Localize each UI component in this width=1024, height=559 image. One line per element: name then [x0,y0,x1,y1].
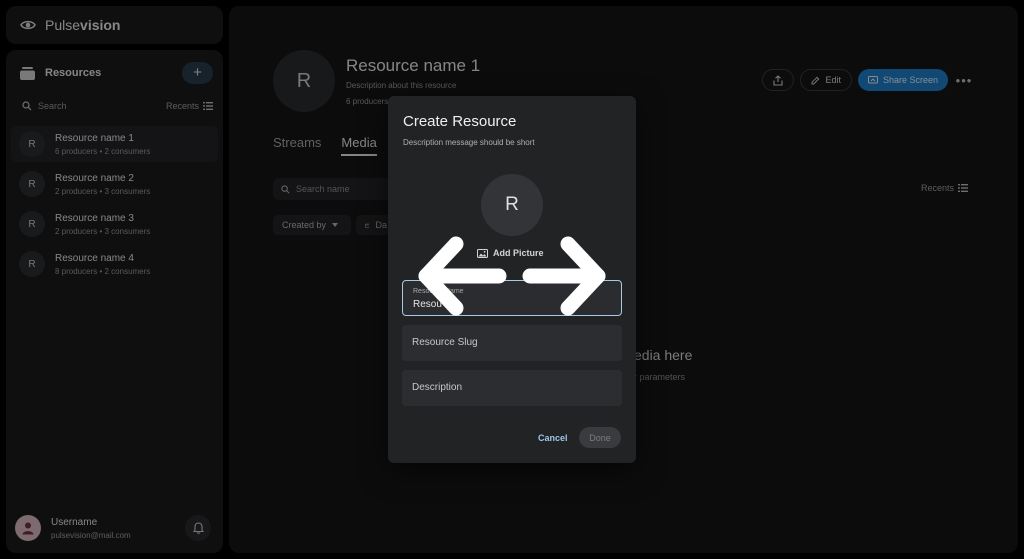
dialog-avatar: R [481,174,543,236]
resize-arrows-icon [418,236,606,316]
dialog-title: Create Resource [403,113,517,130]
dialog-description: Description message should be short [403,138,535,147]
description-field[interactable]: Description [402,370,622,406]
description-placeholder: Description [412,382,463,393]
resource-slug-field[interactable]: Resource Slug [402,325,622,361]
done-button[interactable]: Done [579,427,621,448]
resource-slug-placeholder: Resource Slug [412,337,478,348]
cancel-button[interactable]: Cancel [538,433,568,443]
